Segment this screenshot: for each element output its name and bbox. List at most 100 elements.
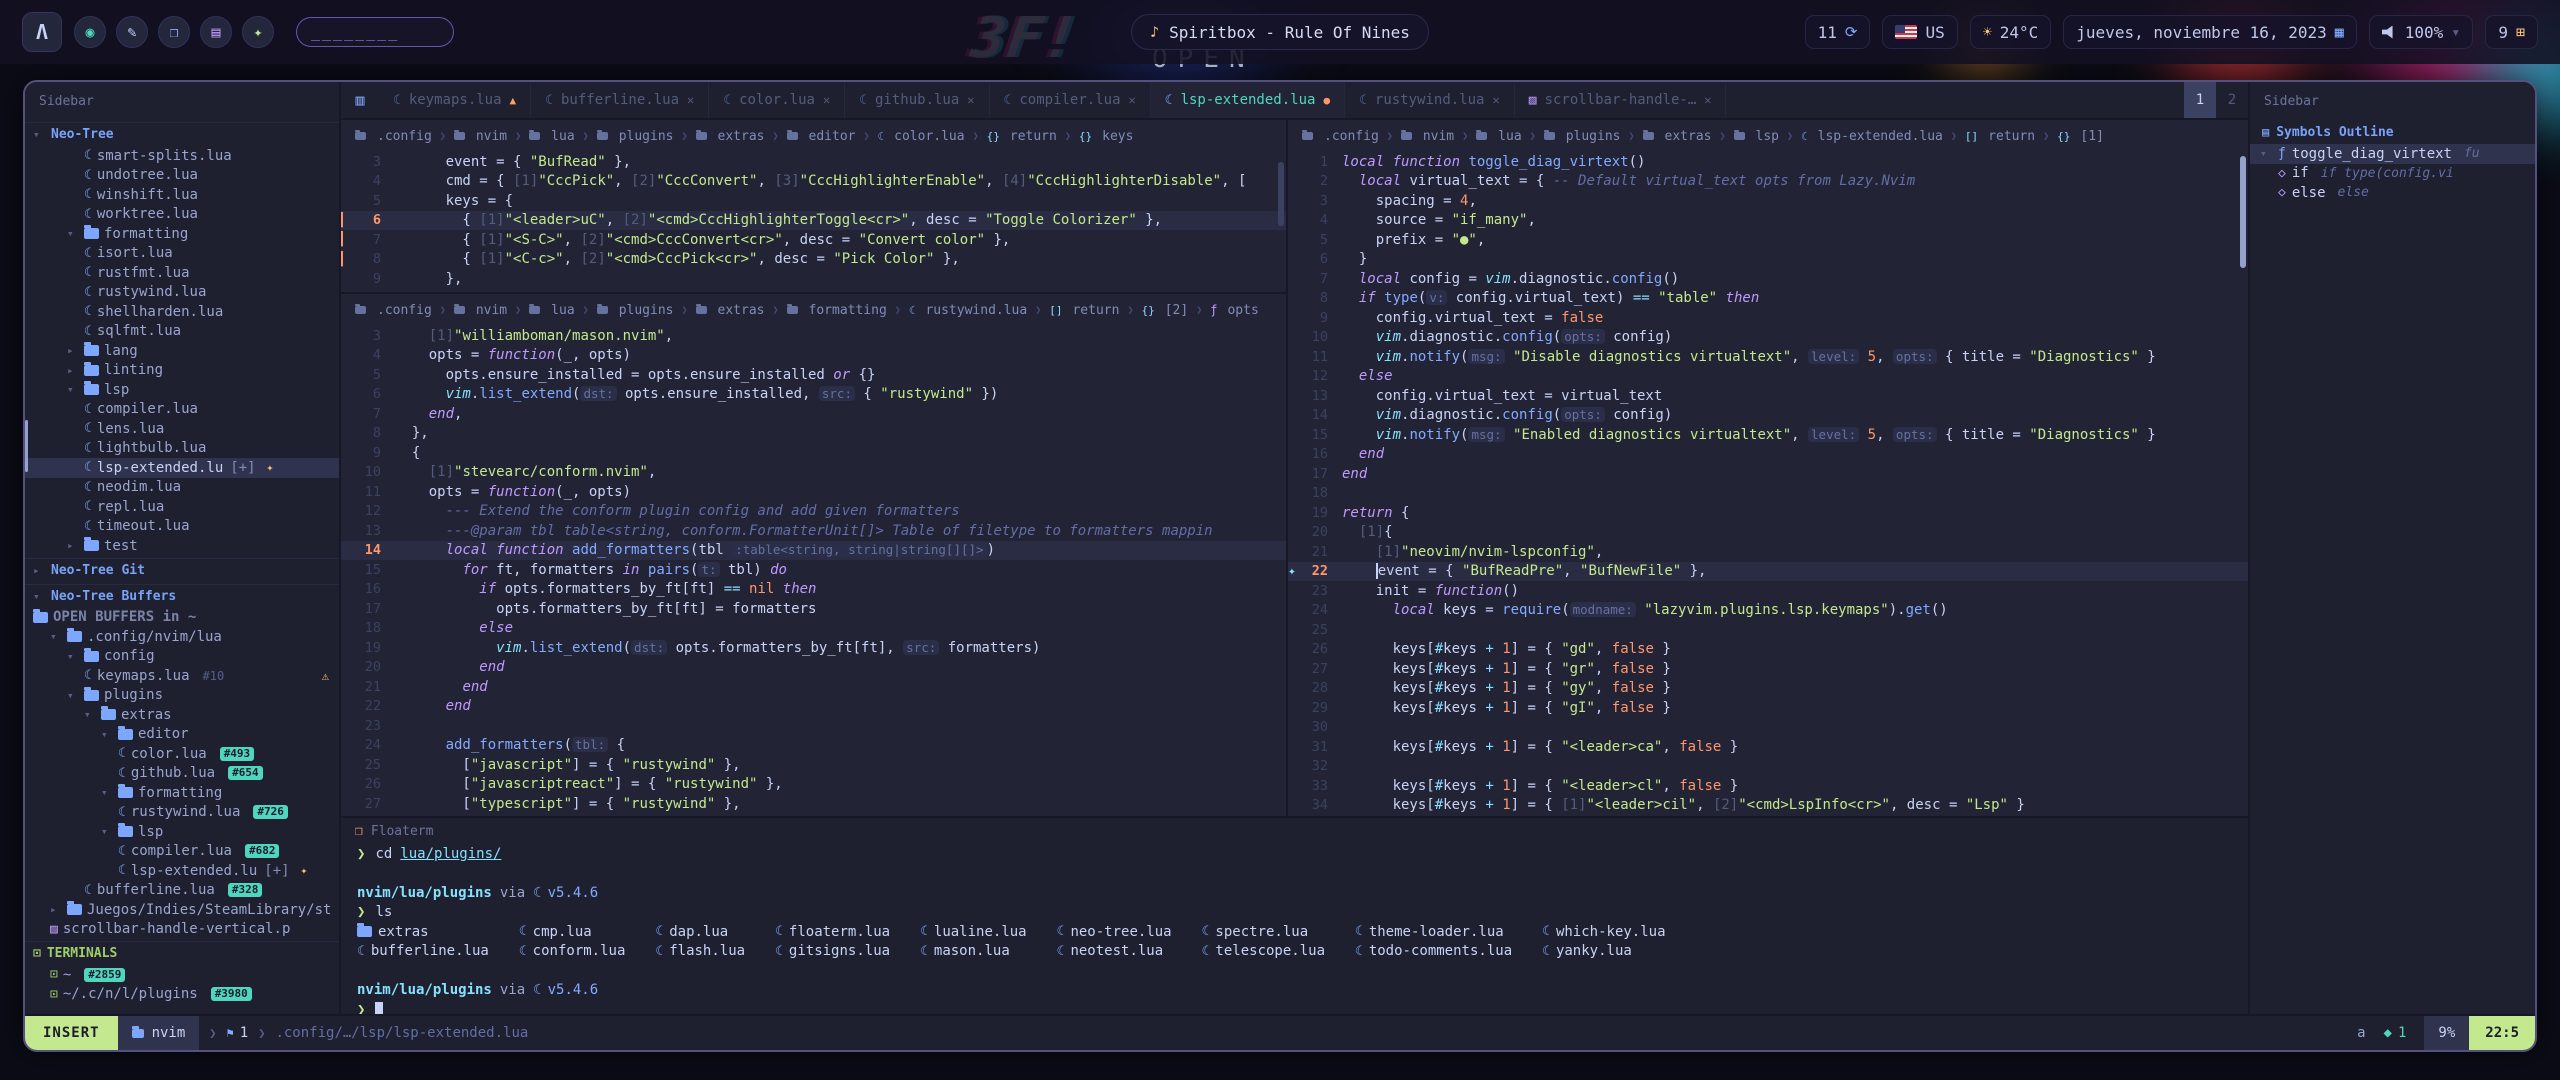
tree-row[interactable]: ☾lightbulb.lua	[25, 439, 339, 459]
tree-item-label: keymaps.lua	[97, 668, 190, 684]
pane-color-lua[interactable]: .config❯nvim❯lua❯plugins❯extras❯editor❯☾…	[341, 120, 1286, 294]
record-icon-button[interactable]: ◉	[74, 16, 106, 48]
section-title: TERMINALS	[47, 946, 117, 961]
list-icon-button[interactable]: ▤	[200, 16, 232, 48]
lua-file-icon: ☾	[84, 441, 92, 456]
prompt-input[interactable]: ________	[296, 17, 454, 47]
tree-row[interactable]: ☾compiler.lua#682	[25, 842, 339, 862]
symbol-row[interactable]: ◇elseelse	[2250, 183, 2535, 203]
tree-row[interactable]: ▾editor	[25, 725, 339, 745]
symbols-outline-title: Symbols Outline	[2276, 125, 2393, 140]
panel-toggle-icon[interactable]: ▥	[341, 82, 379, 118]
pane-rustywind-lua[interactable]: .config❯nvim❯lua❯plugins❯extras❯formatti…	[341, 294, 1286, 816]
tree-row[interactable]: ▾lsp	[25, 380, 339, 400]
line-number: 20	[357, 659, 395, 675]
tree-row[interactable]: OPEN BUFFERS in ~	[25, 608, 339, 628]
tabpage-2[interactable]: 2	[2216, 82, 2248, 118]
tree-row[interactable]: ▾lsp	[25, 822, 339, 842]
keyboard-layout-chip[interactable]: US	[1882, 15, 1957, 49]
floaterm-pane[interactable]: ❒ Floaterm ❯cdlua/plugins/nvim/lua/plugi…	[341, 816, 2248, 1018]
tree-row[interactable]: ▸linting	[25, 361, 339, 381]
tree-row[interactable]: ⊡~#2859	[25, 965, 339, 985]
symbol-row[interactable]: ◇ifif type(config.vi	[2250, 164, 2535, 184]
tree-row[interactable]: ▾config	[25, 647, 339, 667]
tree-row[interactable]: ▾.config/nvim/lua	[25, 627, 339, 647]
sidebar-scrollbar[interactable]	[25, 420, 28, 472]
tree-row[interactable]: ▾formatting	[25, 783, 339, 803]
tree-row[interactable]: ☾lsp-extended.lu[+]✦	[25, 861, 339, 881]
tree-row[interactable]: ▾formatting	[25, 224, 339, 244]
buffer-tab-keymaps-lua[interactable]: ☾keymaps.lua▲	[379, 82, 531, 118]
tree-row[interactable]: ☾github.lua#654	[25, 764, 339, 784]
tree-row[interactable]: ▸lang	[25, 341, 339, 361]
breadcrumb-item: lua	[1498, 129, 1521, 144]
weather-chip[interactable]: ☀24°C	[1970, 15, 2052, 49]
buffer-tab-color-lua[interactable]: ☾color.lua✕	[709, 82, 845, 118]
section-header-terminals[interactable]: ⊡TERMINALS	[25, 941, 339, 965]
launcher-button[interactable]: Λ	[22, 12, 62, 52]
code-line: 18 else	[341, 619, 1286, 639]
lua-file-icon: ☾	[859, 93, 867, 108]
pane-scrollbar[interactable]	[2240, 156, 2246, 268]
buffer-tab-bufferline-lua[interactable]: ☾bufferline.lua✕	[531, 82, 709, 118]
updates-chip[interactable]: 11⟳	[1805, 15, 1871, 49]
line-number: 7	[357, 232, 395, 248]
tree-row[interactable]: ⊡~/.c/n/l/plugins#3980	[25, 985, 339, 1005]
volume-chip[interactable]: 100%▾	[2369, 15, 2474, 49]
pen-icon-button[interactable]: ✎	[116, 16, 148, 48]
tree-row[interactable]: ☾repl.lua	[25, 497, 339, 517]
pane-scrollbar[interactable]	[1278, 162, 1284, 226]
music-icon: ♪	[1150, 23, 1159, 41]
tree-row[interactable]: ☾bufferline.lua#328	[25, 881, 339, 901]
tree-row[interactable]: ▸test	[25, 536, 339, 556]
close-icon[interactable]: ✕	[687, 93, 694, 107]
tree-row[interactable]: ▾extras	[25, 705, 339, 725]
tree-row[interactable]: ☾rustfmt.lua	[25, 263, 339, 283]
tree-row[interactable]: ☾compiler.lua	[25, 400, 339, 420]
section-header-neo-tree[interactable]: ▾Neo-Tree	[25, 122, 339, 146]
tree-row[interactable]: ☾sqlfmt.lua	[25, 322, 339, 342]
buffer-tab-rustywind-lua[interactable]: ☾rustywind.lua✕	[1345, 82, 1515, 118]
clock-chip[interactable]: jueves, noviembre 16, 2023▦	[2063, 15, 2356, 49]
tree-row[interactable]: ☾lens.lua	[25, 419, 339, 439]
tree-row[interactable]: ☾rustywind.lua	[25, 283, 339, 303]
tab-icon: ◆	[2384, 1025, 2392, 1041]
tree-row[interactable]: ☾worktree.lua	[25, 205, 339, 225]
close-icon[interactable]: ✕	[967, 93, 974, 107]
tree-row[interactable]: ☾rustywind.lua#726	[25, 803, 339, 823]
section-header-neo-tree-buffers[interactable]: ▾Neo-Tree Buffers	[25, 584, 339, 608]
close-icon[interactable]: ✕	[1492, 93, 1499, 107]
tree-row[interactable]: ☾smart-splits.lua	[25, 146, 339, 166]
buffer-tab-lsp-extended-lua[interactable]: ☾lsp-extended.lua●	[1151, 82, 1345, 118]
tree-item-label: plugins	[104, 687, 163, 703]
tree-row[interactable]: ☾timeout.lua	[25, 517, 339, 537]
tree-row[interactable]: ☾color.lua#493	[25, 744, 339, 764]
notes-icon-button[interactable]: ✦	[242, 16, 274, 48]
tree-row[interactable]: ☾winshift.lua	[25, 185, 339, 205]
close-icon[interactable]: ✕	[823, 93, 830, 107]
separator-icon: ❯	[258, 1026, 265, 1040]
tree-row[interactable]: ☾keymaps.lua#10⚠	[25, 666, 339, 686]
copy-icon-button[interactable]: ❐	[158, 16, 190, 48]
close-icon[interactable]: ✕	[1704, 93, 1711, 107]
tree-row[interactable]: ☾neodim.lua	[25, 478, 339, 498]
symbol-row[interactable]: ▾ƒtoggle_diag_virtextfu	[2250, 144, 2535, 164]
line-number: 25	[1304, 622, 1342, 638]
close-icon[interactable]: ✕	[1129, 93, 1136, 107]
workspaces-chip[interactable]: 9⊞	[2485, 15, 2538, 49]
pane-lsp-extended-lua[interactable]: .config❯nvim❯lua❯plugins❯extras❯lsp❯☾lsp…	[1288, 120, 2248, 816]
tree-row[interactable]: ☾shellharden.lua	[25, 302, 339, 322]
tree-row[interactable]: ▾plugins	[25, 686, 339, 706]
buffer-tab-github-lua[interactable]: ☾github.lua✕	[845, 82, 989, 118]
buffer-tab-scrollbar-handle-[interactable]: ▨scrollbar-handle-…✕	[1515, 82, 1727, 118]
tree-row[interactable]: ☾lsp-extended.lu[+]✦	[25, 458, 339, 478]
tree-row[interactable]: ☾undotree.lua	[25, 166, 339, 186]
now-playing-widget[interactable]: ♪ Spiritbox - Rule Of Nines	[1131, 14, 1429, 50]
tree-row[interactable]: ▨scrollbar-handle-vertical.p	[25, 920, 339, 940]
buffer-tab-compiler-lua[interactable]: ☾compiler.lua✕	[990, 82, 1151, 118]
tree-row[interactable]: ▸Juegos/Indies/SteamLibrary/st	[25, 900, 339, 920]
tree-row[interactable]: ☾isort.lua	[25, 244, 339, 264]
tabpage-1[interactable]: 1	[2184, 82, 2216, 118]
section-header-neo-tree-git[interactable]: ▸Neo-Tree Git	[25, 558, 339, 582]
terminal-cwd: nvim/lua/plugins	[357, 885, 492, 901]
